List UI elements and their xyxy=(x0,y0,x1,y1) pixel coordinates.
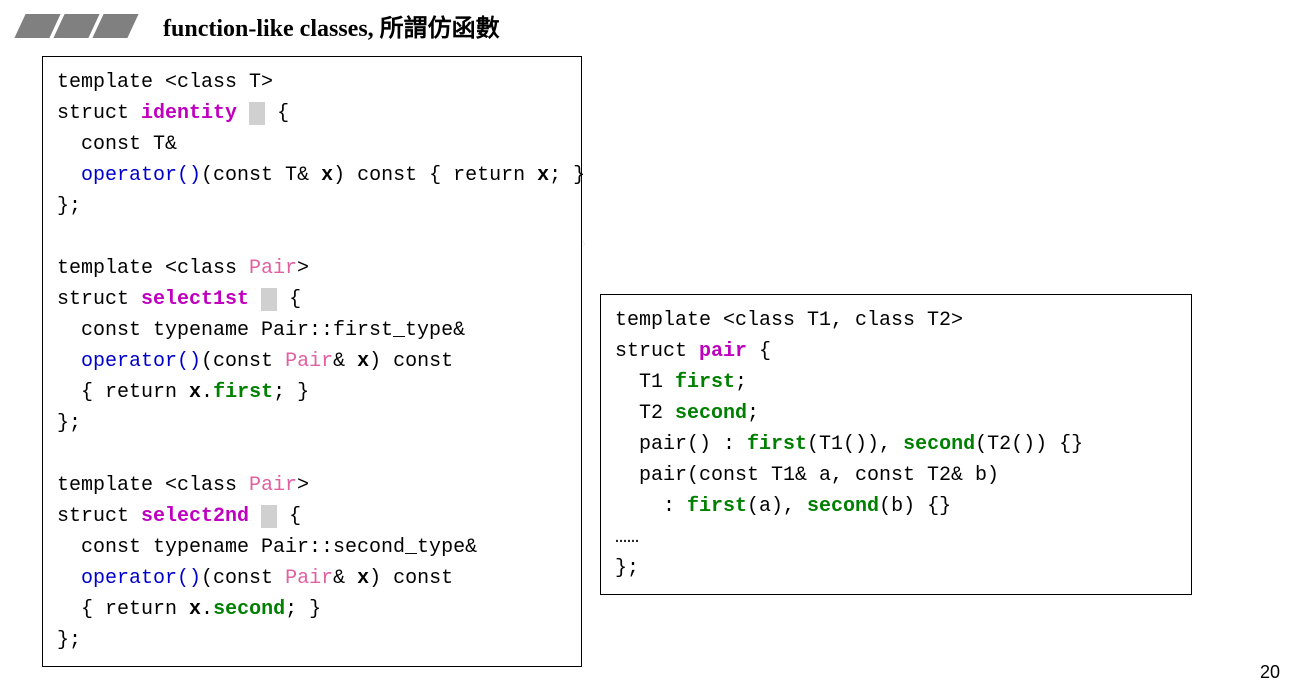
skew-box xyxy=(53,14,99,38)
skew-box xyxy=(92,14,138,38)
skew-box xyxy=(14,14,60,38)
decorative-boxes xyxy=(20,14,133,38)
slide-title: function-like classes, 所謂仿函數 xyxy=(163,8,500,43)
code-block-right: template <class T1, class T2> struct pai… xyxy=(600,294,1192,595)
code-block-left: template <class T> struct identity { con… xyxy=(42,56,582,667)
header: function-like classes, 所謂仿函數 xyxy=(0,0,1310,55)
page-number: 20 xyxy=(1260,662,1280,683)
